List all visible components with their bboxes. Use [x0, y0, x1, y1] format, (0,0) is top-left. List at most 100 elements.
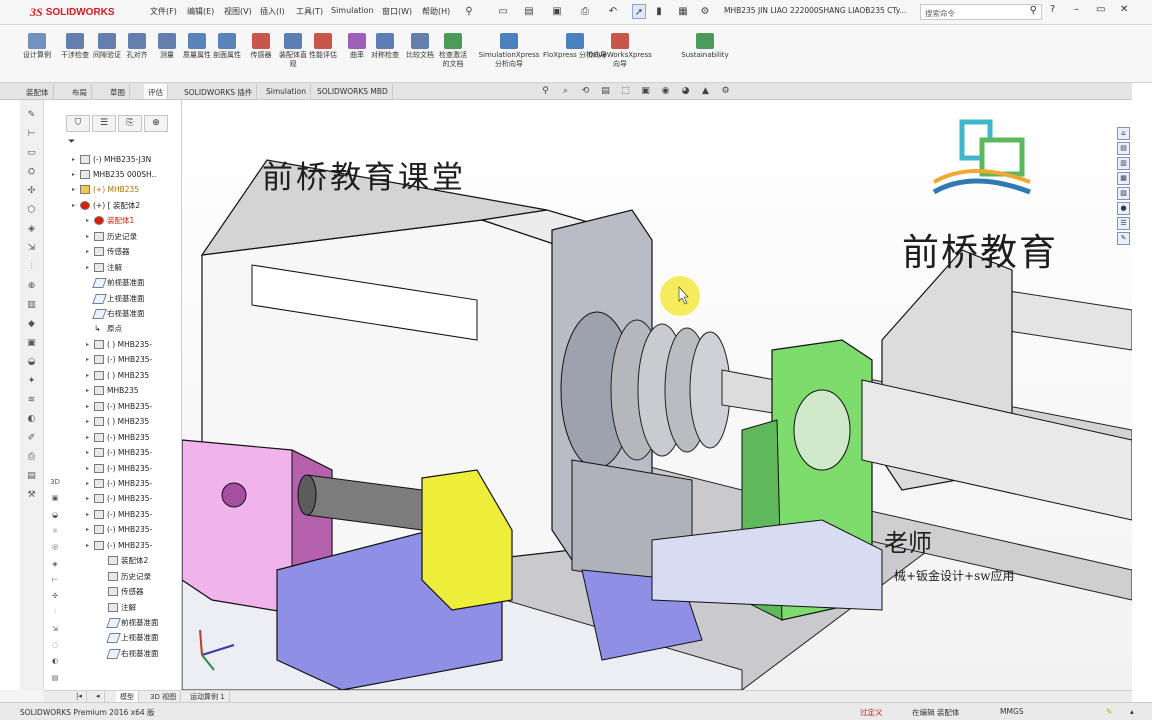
hide-panel-icon[interactable]: ◌ — [48, 641, 62, 652]
expand-icon[interactable]: ▸ — [86, 434, 94, 441]
menu-tools[interactable]: 工具(T) — [296, 6, 323, 17]
expand-icon[interactable]: ▸ — [86, 495, 94, 502]
resources-icon[interactable]: ▤ — [1117, 142, 1130, 155]
home-icon[interactable]: ⌂ — [1117, 127, 1130, 140]
tree-node[interactable]: ▸ (-) MHB235 — [86, 430, 176, 444]
menu-file[interactable]: 文件(F) — [150, 6, 177, 17]
tree-node[interactable]: 装配体2 — [100, 554, 176, 568]
explode-icon[interactable]: ⇲ — [25, 243, 38, 254]
expand-icon[interactable]: ▸ — [72, 171, 80, 178]
pattern-panel-icon[interactable]: ⫶ — [48, 608, 62, 619]
tool-measure[interactable]: 测量 — [150, 33, 184, 60]
tab-simulation[interactable]: Simulation — [262, 84, 311, 99]
tool-interference-check[interactable]: 干涉检查 — [58, 33, 92, 60]
tab-solidworks-mbd[interactable]: SOLIDWORKS MBD — [313, 84, 393, 99]
tree-node[interactable]: ▸ 装配体1 — [86, 214, 176, 228]
rebuild-icon[interactable]: ▮ — [652, 4, 666, 19]
new-document-icon[interactable]: ▭ — [496, 4, 510, 19]
solidworks-logo[interactable]: 3S SOLIDWORKS — [30, 4, 115, 21]
tool-compare-documents[interactable]: 比较文档 — [403, 33, 437, 60]
tool-check-active-document[interactable]: 检查激活的文档 — [436, 33, 470, 69]
mate-icon[interactable]: ✣ — [25, 186, 38, 197]
tree-node[interactable]: ▸ 历史记录 — [86, 229, 176, 243]
menu-insert[interactable]: 插入(I) — [260, 6, 285, 17]
tool-clearance-verification[interactable]: 间隙验证 — [90, 33, 124, 60]
menu-view[interactable]: 视图(V) — [224, 6, 252, 17]
save-icon[interactable]: ▣ — [550, 4, 564, 19]
options-icon[interactable]: ⚙ — [698, 4, 712, 19]
tree-node[interactable]: 历史记录 — [100, 569, 176, 583]
tree-node[interactable]: 注解 — [100, 600, 176, 614]
tree-node[interactable]: ▸ ( ) MHB235 — [86, 368, 176, 382]
draw-icon[interactable]: ⎙ — [25, 452, 38, 463]
routing-icon[interactable]: ≋ — [25, 395, 38, 406]
expand-icon[interactable]: ▸ — [72, 156, 80, 163]
minimize-icon[interactable]: – — [1074, 4, 1079, 15]
rebuild-status-icon[interactable]: ✎ — [1106, 707, 1112, 716]
appearances-icon[interactable]: ● — [1117, 202, 1130, 215]
file-properties-icon[interactable]: ▦ — [676, 4, 690, 19]
expand-icon[interactable]: ▸ — [86, 248, 94, 255]
tree-node[interactable]: ▸ MHB235 — [86, 384, 176, 398]
toolbox-icon[interactable]: ⚒ — [25, 490, 38, 501]
menu-window[interactable]: 窗口(W) — [382, 6, 412, 17]
tree-node[interactable]: ▸ (-) MHB235- — [86, 523, 176, 537]
file-explorer-icon[interactable]: ▦ — [1117, 172, 1130, 185]
appearance-icon[interactable]: ◕ — [680, 86, 691, 97]
tree-node[interactable]: ▸ (-) MHB235- — [86, 476, 176, 490]
tree-node[interactable]: ▸ (-) MHB235- — [86, 492, 176, 506]
view-settings-icon[interactable]: ▣ — [48, 494, 62, 505]
undo-icon[interactable]: ↶ — [606, 4, 620, 19]
tree-node[interactable]: ▸ (-) MHB235- — [86, 446, 176, 460]
tree-node[interactable]: 前视基准面 — [100, 616, 176, 630]
tool-driveworksxpress[interactable]: DriveWorksXpress 向导 — [585, 33, 655, 69]
decal-icon[interactable]: ◈ — [48, 560, 62, 571]
graphics-area[interactable]: 前桥教育课堂 前桥教育 老师 械+钣金设计+sw应用 ▭ — [182, 100, 1132, 690]
tree-node[interactable]: ▸ MHB235 000SH.. — [72, 167, 176, 181]
expand-icon[interactable]: ▸ — [86, 418, 94, 425]
tree-node[interactable]: 前视基准面 — [86, 276, 176, 290]
tab-sketch[interactable]: 草图 — [106, 84, 130, 99]
tool-performance-evaluation[interactable]: 性能评估 — [306, 33, 340, 60]
reference-geometry-icon[interactable]: ◈ — [25, 224, 38, 235]
expand-icon[interactable]: ▸ — [86, 356, 94, 363]
expand-icon[interactable]: ▸ — [86, 341, 94, 348]
expand-icon[interactable]: ▸ — [86, 465, 94, 472]
tool-assembly-visualization[interactable]: 装配体直观 — [276, 33, 310, 69]
close-icon[interactable]: ✕ — [1120, 4, 1128, 15]
mold-icon[interactable]: ▣ — [25, 338, 38, 349]
weldment-icon[interactable]: ▥ — [25, 300, 38, 311]
tree-node[interactable]: ▸ (-) MHB235-J3N — [72, 152, 176, 166]
menu-help[interactable]: 帮助(H) — [422, 6, 450, 17]
restore-icon[interactable]: ▭ — [1096, 4, 1105, 15]
sheet-metal-icon[interactable]: ◆ — [25, 319, 38, 330]
expand-icon[interactable]: ▸ — [86, 264, 94, 271]
feature-icon[interactable]: ▭ — [25, 148, 38, 159]
measure-panel-icon[interactable]: ⊢ — [48, 576, 62, 587]
expand-icon[interactable]: ▸ — [86, 480, 94, 487]
expand-icon[interactable]: ▸ — [72, 202, 80, 209]
pin-icon[interactable]: ⚲ — [462, 4, 476, 19]
explode-panel-icon[interactable]: ⇲ — [48, 625, 62, 636]
tool-section-properties[interactable]: 剖面属性 — [210, 33, 244, 60]
assembly-icon[interactable]: ⛭ — [25, 167, 38, 178]
tree-node[interactable]: ▸ (-) MHB235- — [86, 399, 176, 413]
menu-simulation[interactable]: Simulation — [331, 6, 374, 15]
tree-node[interactable]: 右视基准面 — [100, 646, 176, 660]
view-orientation-icon[interactable]: ⬚ — [620, 86, 631, 97]
tool-simulationxpress[interactable]: SimulationXpress 分析向导 — [474, 33, 544, 69]
tab-assembly[interactable]: 装配体 — [22, 84, 54, 99]
expand-icon[interactable]: ▸ — [86, 372, 94, 379]
configuration-manager-tab-icon[interactable]: ⎘ — [118, 115, 142, 132]
evaluate-icon[interactable]: ⊕ — [25, 281, 38, 292]
tool-sensor[interactable]: 传感器 — [244, 33, 278, 60]
units-status[interactable]: MMGS — [1000, 707, 1024, 716]
search-command-input[interactable]: 搜索命令 ⚲ — [920, 4, 1042, 20]
light-icon[interactable]: ☼ — [48, 527, 62, 538]
select-icon[interactable]: ➚ — [632, 4, 646, 19]
scene-icon[interactable]: ▲ — [700, 86, 711, 97]
mate-panel-icon[interactable]: ✣ — [48, 592, 62, 603]
tab-evaluate[interactable]: 评估 — [144, 84, 168, 99]
expand-icon[interactable]: ▸ — [86, 511, 94, 518]
expand-icon[interactable]: ▸ — [86, 387, 94, 394]
